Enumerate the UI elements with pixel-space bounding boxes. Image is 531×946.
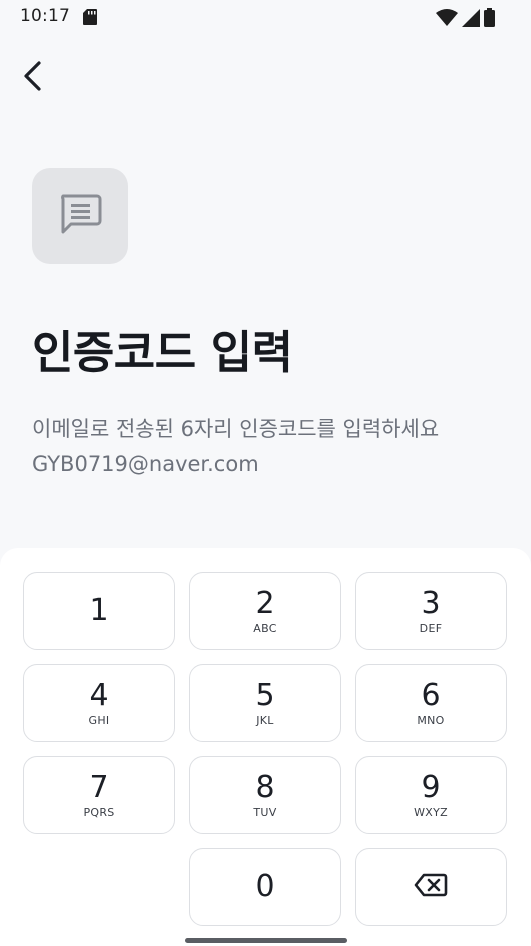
- key-digit: 3: [421, 585, 441, 621]
- key-letters: GHI: [88, 713, 110, 727]
- key-digit: 4: [89, 677, 109, 713]
- key-digit: 7: [89, 769, 109, 805]
- key-letters: JKL: [256, 713, 274, 727]
- sd-card-icon: [83, 9, 97, 29]
- key-letters: WXYZ: [414, 805, 448, 819]
- key-digit: 1: [89, 593, 109, 628]
- status-icons: [436, 8, 495, 31]
- key-4[interactable]: 4 GHI: [23, 664, 175, 742]
- key-6[interactable]: 6 MNO: [355, 664, 507, 742]
- key-digit: 9: [421, 769, 441, 805]
- home-indicator[interactable]: [185, 938, 347, 943]
- key-2[interactable]: 2 ABC: [189, 572, 341, 650]
- status-time: 10:17: [20, 6, 70, 26]
- chevron-left-icon: [21, 60, 43, 96]
- key-digit: 0: [255, 869, 275, 904]
- key-9[interactable]: 9 WXYZ: [355, 756, 507, 834]
- backspace-button[interactable]: [355, 848, 507, 926]
- key-letters: TUV: [253, 805, 277, 819]
- key-letters: MNO: [417, 713, 445, 727]
- key-1[interactable]: 1: [23, 572, 175, 650]
- key-digit: 6: [421, 677, 441, 713]
- signal-icon: [462, 8, 480, 31]
- page-title: 인증코드 입력: [32, 326, 293, 379]
- key-8[interactable]: 8 TUV: [189, 756, 341, 834]
- numeric-keypad: 1 2 ABC 3 DEF 4 GHI 5 JKL 6 MNO 7 PQRS 8…: [0, 548, 531, 946]
- description-text: 이메일로 전송된 6자리 인증코드를 입력하세요: [32, 417, 440, 441]
- key-3[interactable]: 3 DEF: [355, 572, 507, 650]
- message-icon: [58, 194, 102, 238]
- message-icon-tile: [32, 168, 128, 264]
- key-7[interactable]: 7 PQRS: [23, 756, 175, 834]
- key-digit: 5: [255, 677, 275, 713]
- key-5[interactable]: 5 JKL: [189, 664, 341, 742]
- key-digit: 8: [255, 769, 275, 805]
- backspace-icon: [414, 873, 448, 901]
- key-letters: PQRS: [83, 805, 115, 819]
- battery-icon: [484, 8, 495, 31]
- key-letters: ABC: [253, 621, 277, 635]
- description: 이메일로 전송된 6자리 인증코드를 입력하세요 GYB0719@naver.c…: [32, 412, 439, 482]
- key-0[interactable]: 0: [189, 848, 341, 926]
- key-digit: 2: [255, 585, 275, 621]
- status-bar: 10:17: [0, 0, 531, 36]
- email-address: GYB0719@naver.com: [32, 452, 259, 476]
- key-letters: DEF: [419, 621, 443, 635]
- back-button[interactable]: [14, 58, 50, 98]
- wifi-icon: [436, 8, 458, 31]
